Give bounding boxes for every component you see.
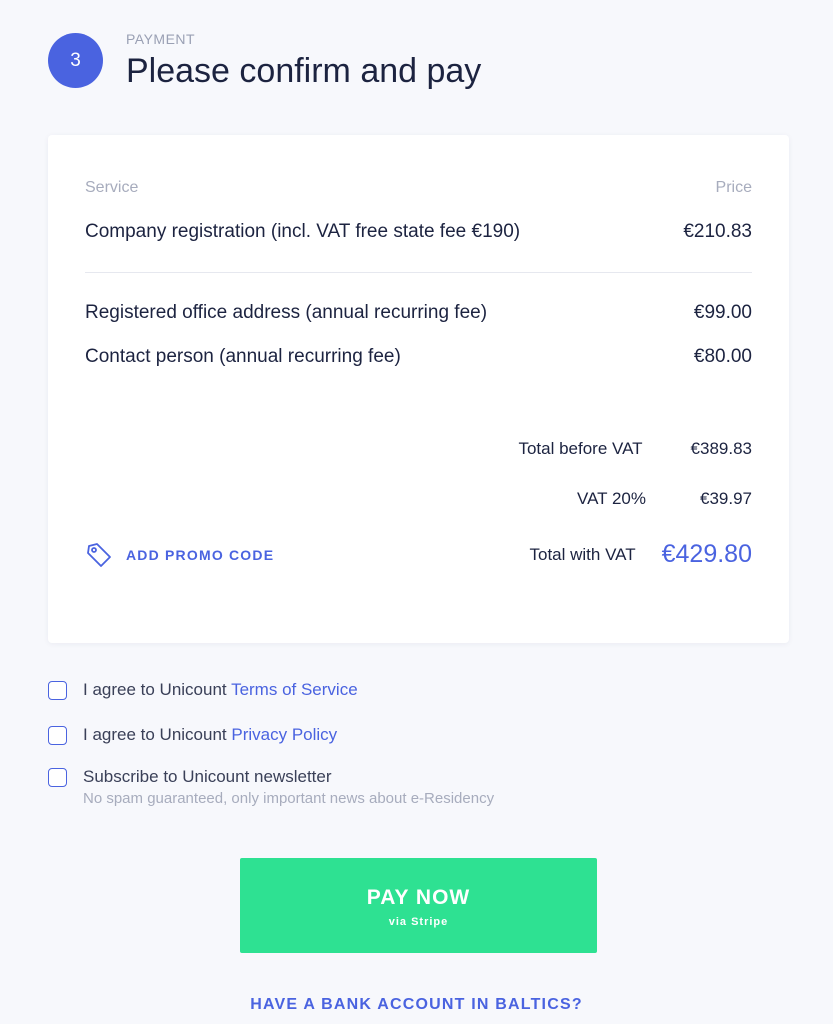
step-label: PAYMENT <box>126 31 196 47</box>
newsletter-checkbox[interactable] <box>48 768 67 787</box>
newsletter-label: Subscribe to Unicount newsletter <box>83 767 332 786</box>
total-before-vat: Total before VAT €389.83 <box>518 439 752 459</box>
total-with-vat-value: €429.80 <box>661 540 752 568</box>
bank-account-link[interactable]: HAVE A BANK ACCOUNT IN BALTICS? <box>0 996 833 1014</box>
terms-prefix: I agree to Unicount <box>83 680 232 699</box>
step-number-badge: 3 <box>48 33 103 88</box>
line-item: Registered office address (annual recurr… <box>85 302 752 324</box>
privacy-policy-link[interactable]: Privacy Policy <box>231 725 337 744</box>
terms-agreement: I agree to Unicount Terms of Service <box>48 680 358 700</box>
add-promo-code-button[interactable]: ADD PROMO CODE <box>85 541 274 569</box>
terms-of-service-link[interactable]: Terms of Service <box>231 680 358 699</box>
vat-row: VAT 20% €39.97 <box>577 489 752 509</box>
line-item-price: €99.00 <box>693 302 752 323</box>
pay-now-sublabel: via Stripe <box>388 916 449 928</box>
order-summary-card: Service Price Company registration (incl… <box>48 135 789 643</box>
newsletter-subtext: No spam guaranteed, only important news … <box>83 790 495 807</box>
service-column-header: Service <box>85 179 139 196</box>
line-item-price: €210.83 <box>683 221 752 242</box>
line-item-price: €80.00 <box>693 346 752 367</box>
newsletter-subscription: Subscribe to Unicount newsletter No spam… <box>48 767 494 807</box>
pay-now-label: PAY NOW <box>366 886 471 909</box>
divider <box>85 272 752 273</box>
vat-label: VAT 20% <box>577 489 646 508</box>
vat-value: €39.97 <box>700 489 752 508</box>
line-item: Company registration (incl. VAT free sta… <box>85 221 752 243</box>
newsletter-text: Subscribe to Unicount newsletter No spam… <box>83 767 494 807</box>
total-with-vat: Total with VAT €429.80 <box>529 540 752 569</box>
total-with-vat-label: Total with VAT <box>529 544 636 564</box>
terms-checkbox[interactable] <box>48 681 67 700</box>
privacy-text: I agree to Unicount Privacy Policy <box>83 725 337 745</box>
add-promo-code-label: ADD PROMO CODE <box>126 547 275 563</box>
page-title: Please confirm and pay <box>126 52 482 90</box>
tag-icon <box>87 543 111 567</box>
line-item-service: Company registration (incl. VAT free sta… <box>85 221 521 242</box>
line-item-service: Registered office address (annual recurr… <box>85 302 488 323</box>
total-before-vat-label: Total before VAT <box>518 439 643 458</box>
privacy-prefix: I agree to Unicount <box>83 725 232 744</box>
pay-now-button[interactable]: PAY NOW via Stripe <box>240 858 597 953</box>
price-column-header: Price <box>715 179 752 196</box>
privacy-checkbox[interactable] <box>48 726 67 745</box>
total-before-vat-value: €389.83 <box>690 439 752 458</box>
terms-text: I agree to Unicount Terms of Service <box>83 680 358 700</box>
line-item: Contact person (annual recurring fee) €8… <box>85 346 752 368</box>
privacy-agreement: I agree to Unicount Privacy Policy <box>48 725 337 745</box>
line-item-service: Contact person (annual recurring fee) <box>85 346 401 367</box>
